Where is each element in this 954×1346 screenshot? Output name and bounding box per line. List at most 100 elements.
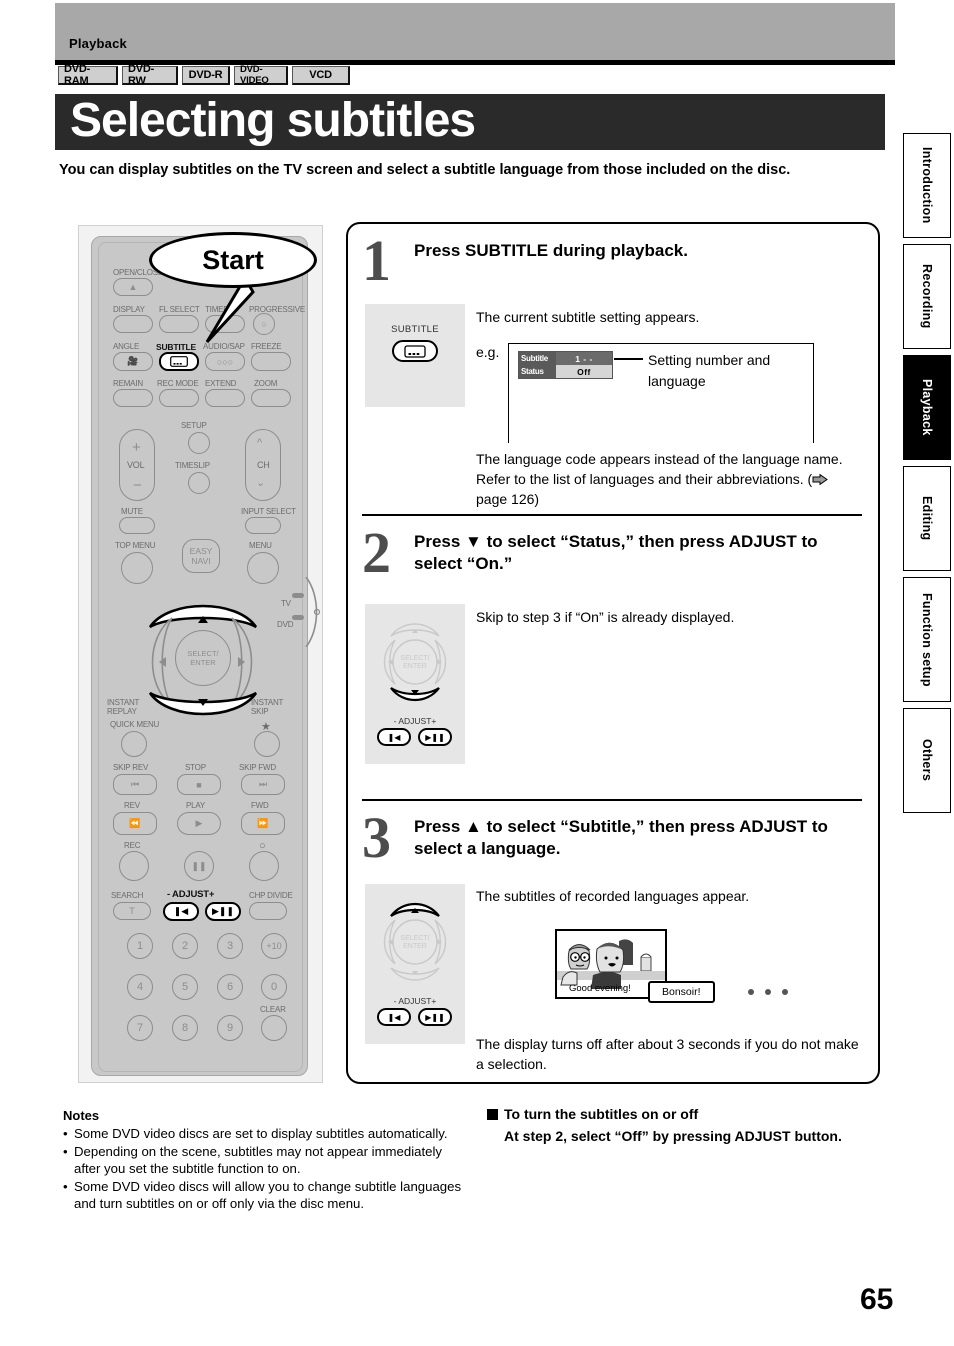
media-badge-dvd-ram: DVD-RAM: [58, 66, 118, 85]
remote-button-zoom[interactable]: [251, 389, 291, 407]
osd-key-status: Status: [519, 365, 556, 378]
media-badge-vcd: VCD: [292, 66, 350, 85]
svg-text:SELECT/: SELECT/: [400, 655, 429, 662]
sidebar-item-function-setup[interactable]: Function setup: [903, 577, 951, 702]
page-reference-arrow-icon: [812, 470, 828, 481]
remote-button-mute[interactable]: [119, 517, 155, 534]
note-item: Depending on the scene, subtitles may no…: [63, 1143, 463, 1178]
remote-button-display[interactable]: [113, 315, 153, 333]
remote-key-6[interactable]: 6: [217, 974, 243, 1000]
search-key-label: T: [114, 903, 150, 919]
quick-menu-icon: ⃺: [122, 732, 146, 756]
sidebar-item-label: Playback: [920, 379, 934, 436]
sidebar-item-editing[interactable]: Editing: [903, 466, 951, 571]
step-1-title: Press SUBTITLE during playback.: [414, 240, 854, 262]
remote-button-pause[interactable]: ❚❚: [184, 851, 214, 881]
sidebar-item-playback[interactable]: Playback: [903, 355, 951, 460]
remote-key-4[interactable]: 4: [127, 974, 153, 1000]
remote-button-top-menu[interactable]: [121, 552, 153, 584]
remote-dpad: SELECT/ENTER: [143, 598, 263, 723]
remote-button-input-select[interactable]: [245, 517, 281, 534]
remote-button-subtitle[interactable]: [159, 352, 199, 371]
remote-button-record-circle[interactable]: [249, 851, 279, 881]
step-2-title: Press ▼ to select “Status,” then press A…: [414, 531, 864, 575]
remote-button-play[interactable]: ▶: [177, 812, 221, 835]
remote-dpad-down-button[interactable]: [147, 690, 259, 724]
remote-control-body: OPEN/CLOSE ▲ DISPLAY FL SELECT TIMER PRO…: [91, 236, 308, 1076]
remote-label-menu: MENU: [249, 541, 272, 550]
remote-button-fwd[interactable]: ⏩: [241, 812, 285, 835]
remote-slider-tv[interactable]: [292, 593, 304, 598]
start-callout-balloon: Start: [149, 232, 317, 288]
rewind-icon: ⏪: [114, 813, 156, 834]
remote-button-rec-mode[interactable]: [159, 389, 199, 407]
remote-button-menu[interactable]: [247, 552, 279, 584]
remote-key-7[interactable]: 7: [127, 1015, 153, 1041]
remote-button-setup[interactable]: [188, 432, 210, 454]
remote-button-star[interactable]: [254, 731, 280, 757]
subtitle-icon: [404, 345, 426, 358]
remote-key-plus10[interactable]: +10: [261, 933, 287, 959]
remote-key-3[interactable]: 3: [217, 933, 243, 959]
pause-icon: ❚❚: [185, 852, 213, 880]
remote-button-search[interactable]: T: [113, 902, 151, 920]
step-3-text-2: The display turns off after about 3 seco…: [476, 1034, 866, 1074]
step-3-adjust-plus-button[interactable]: ▶❚❚: [418, 1008, 452, 1026]
step-1-button-label: SUBTITLE: [391, 324, 439, 335]
remote-button-adjust-minus[interactable]: ❚◀: [163, 902, 199, 921]
sidebar-item-others[interactable]: Others: [903, 708, 951, 813]
subtitle-glyph-svg: [170, 356, 188, 367]
remote-button-open-close[interactable]: ▲: [113, 278, 153, 296]
remote-button-stop[interactable]: ■: [177, 774, 221, 795]
step-3-dpad-graphic[interactable]: SELECT/ ENTER: [373, 892, 457, 988]
page-title: Selecting subtitles: [70, 92, 475, 150]
remote-button-rec[interactable]: [119, 851, 149, 881]
remote-key-clear[interactable]: [261, 1015, 287, 1041]
tv-subtitle-french-bubble: Bonsoir!: [648, 981, 715, 1003]
step-2-adjust-minus-button[interactable]: ❚◀: [377, 728, 411, 746]
remote-button-rev[interactable]: ⏪: [113, 812, 157, 835]
osd-value-status: Off: [556, 365, 612, 378]
sidebar-item-label: Introduction: [920, 147, 934, 224]
remote-button-skip-rev[interactable]: ⏮: [113, 774, 157, 795]
step-3-adjust-minus-button[interactable]: ❚◀: [377, 1008, 411, 1026]
page-header-band: Playback: [55, 3, 895, 60]
remote-control-panel: OPEN/CLOSE ▲ DISPLAY FL SELECT TIMER PRO…: [78, 225, 323, 1083]
step-2-dpad-graphic[interactable]: SELECT/ ENTER: [373, 612, 457, 708]
step-1-subtitle-button[interactable]: [392, 340, 438, 362]
remote-key-1[interactable]: 1: [127, 933, 153, 959]
remote-button-skip-fwd[interactable]: ⏭: [241, 774, 285, 795]
remote-button-audio-sap[interactable]: ○○○: [205, 352, 245, 371]
remote-button-chp-divide[interactable]: [249, 902, 287, 920]
remote-button-easy-navi[interactable]: EASY NAVI: [182, 539, 220, 573]
remote-label-fl-select: FL SELECT: [159, 305, 200, 314]
step-2-adjust-plus-button[interactable]: ▶❚❚: [418, 728, 452, 746]
svg-text:ENTER: ENTER: [403, 943, 427, 950]
remote-key-0[interactable]: 0: [261, 974, 287, 1000]
remote-button-quick-menu[interactable]: ⃺: [121, 731, 147, 757]
sidebar-item-label: Others: [920, 739, 934, 781]
stop-icon: ■: [178, 775, 220, 794]
osd-key-subtitle: Subtitle: [519, 352, 556, 365]
remote-button-angle[interactable]: 🎥: [113, 352, 153, 371]
remote-button-timeslip[interactable]: [188, 472, 210, 494]
ellipsis-dots: [748, 989, 788, 995]
remote-label-rec-mode: REC MODE: [157, 379, 199, 388]
notes-list: Some DVD video discs are set to display …: [63, 1125, 463, 1213]
play-icon: ▶: [178, 813, 220, 834]
sidebar-item-label: Function setup: [920, 593, 934, 687]
remote-label-dvd: DVD: [277, 620, 293, 629]
remote-button-select-enter[interactable]: SELECT/ENTER: [175, 630, 231, 686]
remote-key-2[interactable]: 2: [172, 933, 198, 959]
remote-button-adjust-plus[interactable]: ▶❚❚: [205, 902, 241, 921]
remote-button-extend[interactable]: [205, 389, 245, 407]
remote-button-remain[interactable]: [113, 389, 153, 407]
remote-button-fl-select[interactable]: [159, 315, 199, 333]
remote-key-9[interactable]: 9: [217, 1015, 243, 1041]
remote-slider-dvd[interactable]: [292, 615, 304, 620]
sidebar-item-introduction[interactable]: Introduction: [903, 133, 951, 238]
remote-key-5[interactable]: 5: [172, 974, 198, 1000]
sidebar-item-recording[interactable]: Recording: [903, 244, 951, 349]
remote-key-8[interactable]: 8: [172, 1015, 198, 1041]
remote-button-freeze[interactable]: [251, 352, 291, 371]
